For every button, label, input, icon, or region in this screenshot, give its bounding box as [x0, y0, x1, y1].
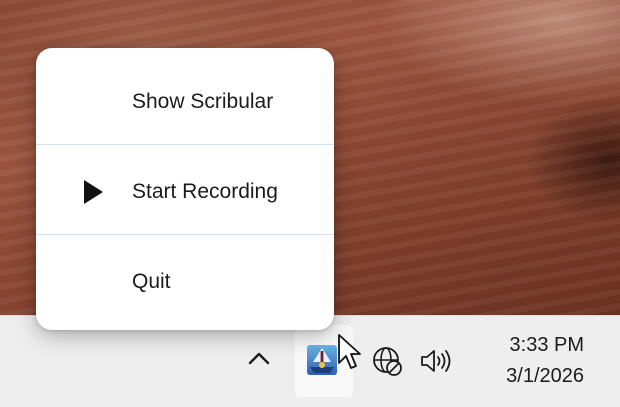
menu-separator: [36, 144, 334, 145]
menu-item-label: Quit: [132, 270, 171, 293]
globe-no-internet-icon[interactable]: [371, 345, 403, 377]
menu-item-show-scribular[interactable]: Show Scribular: [36, 80, 334, 124]
taskbar-clock[interactable]: 3:33 PM 3/1/2026: [468, 330, 584, 392]
scribular-tray-icon: [307, 345, 337, 375]
clock-time: 3:33 PM: [509, 334, 584, 356]
mouse-cursor: [337, 333, 363, 373]
menu-item-label: Show Scribular: [132, 90, 274, 113]
play-icon: [84, 180, 103, 204]
menu-separator: [36, 234, 334, 235]
clock-date: 3/1/2026: [506, 365, 584, 387]
menu-item-start-recording[interactable]: Start Recording: [36, 170, 334, 214]
chevron-up-icon[interactable]: [246, 346, 272, 372]
speaker-volume-icon[interactable]: [419, 346, 455, 376]
menu-item-label: Start Recording: [132, 180, 278, 203]
tray-context-menu: Show Scribular Start Recording Quit: [36, 48, 334, 330]
menu-item-quit[interactable]: Quit: [36, 260, 334, 304]
